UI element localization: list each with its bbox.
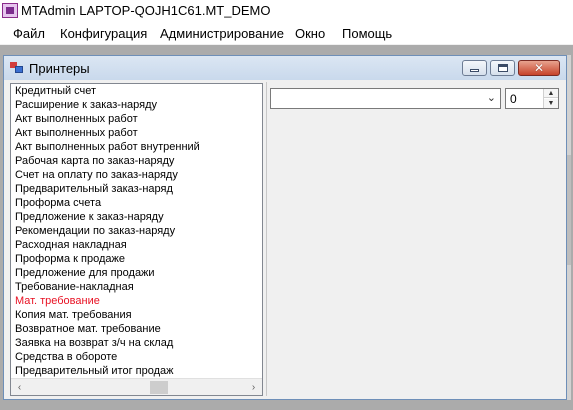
printers-window-titlebar[interactable]: Принтеры ✕	[4, 56, 566, 80]
menubar: Файл Конфигурация Администрирование Окно…	[0, 22, 573, 44]
list-item[interactable]: Проформа к продаже	[11, 252, 262, 266]
app-icon	[2, 3, 18, 18]
list-item[interactable]: Средства в обороте	[11, 350, 262, 364]
copies-stepper[interactable]: 0 ▲ ▼	[505, 88, 559, 109]
list-item[interactable]: Расширение к заказ-наряду	[11, 98, 262, 112]
splitter[interactable]	[266, 82, 267, 396]
scroll-right-icon[interactable]: ›	[245, 379, 262, 395]
menu-administration[interactable]: Администрирование	[160, 26, 284, 41]
list-item[interactable]: Рекомендации по заказ-наряду	[11, 224, 262, 238]
spin-up-icon[interactable]: ▲	[544, 89, 558, 98]
spin-buttons: ▲ ▼	[543, 89, 558, 108]
menu-file[interactable]: Файл	[13, 26, 45, 41]
list-item[interactable]: Акт выполненных работ	[11, 112, 262, 126]
chevron-down-icon[interactable]: ⌄	[487, 91, 496, 104]
printer-select[interactable]: ⌄	[270, 88, 501, 109]
minimize-button[interactable]	[462, 60, 487, 76]
list-item[interactable]: Предварительный заказ-наряд	[11, 182, 262, 196]
printers-window-title: Принтеры	[29, 61, 90, 76]
spin-down-icon[interactable]: ▼	[544, 99, 558, 108]
list-item[interactable]: Рабочая карта по заказ-наряду	[11, 154, 262, 168]
document-types-list[interactable]: Кредитный счет Расширение к заказ-наряду А…	[10, 83, 263, 396]
close-button[interactable]: ✕	[518, 60, 560, 76]
menu-configuration[interactable]: Конфигурация	[60, 26, 147, 41]
list-item-selected[interactable]: Мат. требование	[11, 294, 262, 308]
app-title: MTAdmin LAPTOP-QOJH1C61.MT_DEMO	[21, 3, 271, 18]
list-item[interactable]: Предварительный итог продаж	[11, 364, 262, 378]
list-item[interactable]: Требование-накладная	[11, 280, 262, 294]
list-item[interactable]: Расходная накладная	[11, 238, 262, 252]
horizontal-scrollbar[interactable]: ‹ ›	[11, 378, 262, 395]
menu-window[interactable]: Окно	[295, 26, 325, 41]
list-item[interactable]: Заявка на возврат з/ч на склад	[11, 336, 262, 350]
list-item[interactable]: Копия мат. требования	[11, 308, 262, 322]
app-titlebar: MTAdmin LAPTOP-QOJH1C61.MT_DEMO	[0, 0, 573, 22]
maximize-button[interactable]	[490, 60, 515, 76]
list-item[interactable]: Кредитный счет	[11, 84, 262, 98]
list-item[interactable]: Счет на оплату по заказ-наряду	[11, 168, 262, 182]
list-item[interactable]: Предложение для продажи	[11, 266, 262, 280]
maximize-icon	[497, 64, 508, 72]
printers-window: Принтеры ✕ Кредитный счет Расширение к за…	[3, 55, 567, 400]
scroll-thumb[interactable]	[150, 381, 168, 394]
list-item[interactable]: Предложение к заказ-наряду	[11, 210, 262, 224]
list-item[interactable]: Проформа счета	[11, 196, 262, 210]
list-item[interactable]: Акт выполненных работ	[11, 126, 262, 140]
printers-window-body: Кредитный счет Расширение к заказ-наряду А…	[7, 82, 563, 396]
close-icon: ✕	[533, 61, 545, 75]
list-item[interactable]: Акт выполненных работ внутренний	[11, 140, 262, 154]
list-item[interactable]: Возвратное мат. требование	[11, 322, 262, 336]
menu-help[interactable]: Помощь	[342, 26, 392, 41]
workspace-edge-scrollbar	[567, 55, 571, 400]
list-items: Кредитный счет Расширение к заказ-наряду А…	[11, 84, 262, 378]
app-window: MTAdmin LAPTOP-QOJH1C61.MT_DEMO Файл Кон…	[0, 0, 573, 410]
copies-value[interactable]: 0	[510, 92, 517, 106]
scroll-left-icon[interactable]: ‹	[11, 379, 28, 395]
printers-window-icon	[10, 62, 24, 74]
minimize-icon	[470, 69, 479, 72]
